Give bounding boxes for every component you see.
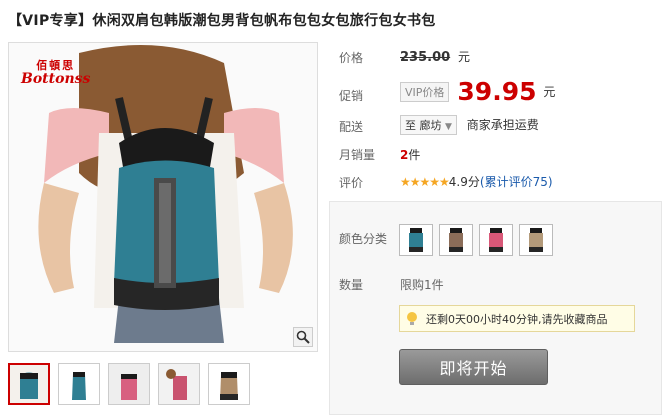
rating-label: 评价 <box>339 176 364 190</box>
color-label: 颜色分类 <box>339 232 388 246</box>
thumbnail-5[interactable] <box>208 363 250 405</box>
sales-row: 2件 <box>400 146 420 163</box>
vip-price-tag: VIP价格 <box>400 81 450 102</box>
quantity-limit: 限购1件 <box>400 278 444 292</box>
shipping-location-dropdown[interactable]: 至 廊坊 ▼ <box>400 115 457 135</box>
rating-stars: ★★★★★ <box>400 175 450 189</box>
coming-soon-button[interactable]: 即将开始 <box>399 349 548 385</box>
price-label: 价格 <box>339 51 364 65</box>
swatch-khaki[interactable] <box>519 224 553 256</box>
countdown-notice: 还剩0天00小时40分钟,请先收藏商品 <box>399 305 635 332</box>
thumbnail-1[interactable] <box>8 363 50 405</box>
thumbnail-4[interactable] <box>158 363 200 405</box>
product-title: 【VIP专享】休闲双肩包韩版潮包男背包帆布包包女包旅行包女书包 <box>8 13 436 29</box>
shipping-row: 至 廊坊 ▼ 商家承担运费 <box>400 115 539 135</box>
main-product-image[interactable]: 佰頓思 Bottonss <box>8 42 318 352</box>
zoom-icon[interactable] <box>293 327 313 347</box>
promo-price-row: VIP价格 39.95 元 <box>400 77 555 106</box>
original-price-row: 235.00 元 <box>400 48 470 65</box>
countdown-text: 还剩0天00小时40分钟,请先收藏商品 <box>426 312 608 326</box>
review-count-link[interactable]: (累计评价75) <box>480 175 553 189</box>
promo-unit: 元 <box>543 85 556 99</box>
thumbnail-3[interactable] <box>108 363 150 405</box>
shipping-location: 至 廊坊 <box>405 119 442 132</box>
shipping-label: 配送 <box>339 120 364 134</box>
swatch-brown[interactable] <box>439 224 473 256</box>
shipping-note: 商家承担运费 <box>466 118 539 132</box>
lightbulb-icon <box>407 311 417 325</box>
rating-row: ★★★★★4.9分(累计评价75) <box>400 173 553 190</box>
swatch-blue[interactable] <box>399 224 433 256</box>
color-swatches <box>399 224 553 256</box>
brand-logo-en: Bottonss <box>21 71 91 87</box>
sales-label: 月销量 <box>339 148 376 162</box>
swatch-pink[interactable] <box>479 224 513 256</box>
brand-logo: 佰頓思 Bottonss <box>21 57 90 87</box>
currency-unit: 元 <box>458 50 471 64</box>
thumbnail-list <box>8 363 250 405</box>
backpack-photo <box>9 43 317 351</box>
promo-label: 促销 <box>339 89 364 103</box>
thumbnail-2[interactable] <box>58 363 100 405</box>
chevron-down-icon: ▼ <box>445 122 452 132</box>
rating-score: 4.9分 <box>448 175 480 189</box>
quantity-label: 数量 <box>339 278 364 292</box>
promo-price: 39.95 <box>457 77 537 106</box>
sales-unit: 件 <box>408 148 421 162</box>
original-price: 235.00 <box>400 50 451 65</box>
